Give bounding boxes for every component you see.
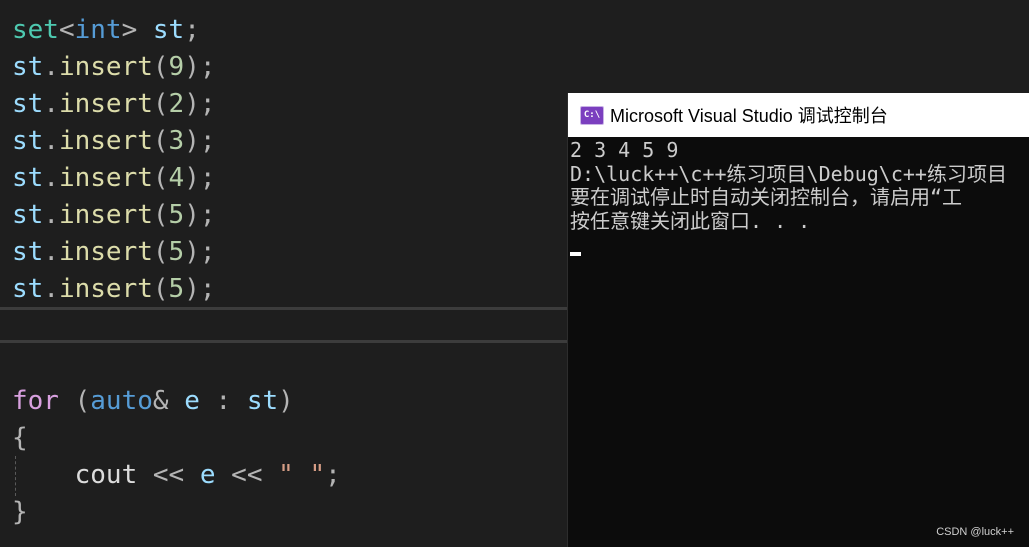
- console-title: Microsoft Visual Studio 调试控制台: [610, 106, 888, 126]
- code-token: st: [12, 52, 44, 82]
- code-token: insert: [58, 237, 153, 267]
- console-cursor: [570, 252, 581, 256]
- console-line: 要在调试停止时自动关闭控制台，请启用“工: [570, 185, 963, 209]
- code-token: }: [12, 497, 28, 527]
- code-token: );: [184, 274, 216, 304]
- code-token: .: [43, 274, 59, 304]
- code-token: (: [152, 237, 169, 267]
- code-line: st.insert(2);: [12, 86, 216, 123]
- console-output[interactable]: 2 3 4 5 9 D:\luck++\c++练习项目\Debug\c++练习项…: [568, 137, 1029, 547]
- console-app-icon: C:\: [580, 105, 604, 125]
- code-token: .: [43, 200, 59, 230]
- console-line: 按任意键关闭此窗口. . .: [570, 209, 811, 233]
- code-token: 2: [168, 89, 185, 119]
- code-token: 5: [168, 237, 185, 267]
- console-titlebar[interactable]: C:\ Microsoft Visual Studio 调试控制台: [568, 93, 1029, 137]
- code-token: <: [58, 15, 75, 45]
- code-token: .: [43, 89, 59, 119]
- code-token: (: [152, 52, 169, 82]
- code-token: st: [12, 200, 44, 230]
- code-token: (: [152, 200, 169, 230]
- code-token: <<: [215, 460, 279, 490]
- code-token: {: [12, 423, 28, 453]
- code-token: 5: [168, 274, 185, 304]
- code-token: ;: [184, 15, 200, 45]
- editor-divider-top: [0, 307, 568, 310]
- code-token: st: [12, 163, 44, 193]
- code-token: insert: [58, 52, 153, 82]
- code-token: &: [152, 386, 185, 416]
- code-token: (: [152, 163, 169, 193]
- code-line: st.insert(3);: [12, 123, 216, 160]
- code-token: insert: [58, 163, 153, 193]
- code-token: insert: [58, 274, 153, 304]
- code-line: set<int> st;: [12, 12, 200, 49]
- code-token: st: [152, 15, 185, 45]
- code-line: st.insert(5);: [12, 234, 216, 271]
- console-line: 2 3 4 5 9: [570, 138, 679, 162]
- code-token: );: [184, 200, 216, 230]
- watermark: CSDN @luck++: [936, 526, 1014, 538]
- code-line: {: [12, 420, 28, 457]
- code-line: st.insert(5);: [12, 271, 216, 308]
- code-token: .: [43, 237, 59, 267]
- code-line: st.insert(9);: [12, 49, 216, 86]
- debug-console-window[interactable]: C:\ Microsoft Visual Studio 调试控制台 2 3 4 …: [567, 93, 1029, 547]
- code-token: st: [12, 126, 44, 156]
- code-line: }: [12, 494, 28, 531]
- code-token: );: [184, 237, 216, 267]
- code-token: insert: [58, 200, 153, 230]
- code-token: );: [184, 126, 216, 156]
- code-token: .: [43, 52, 59, 82]
- code-token: (: [58, 386, 91, 416]
- code-token: .: [43, 126, 59, 156]
- code-token: 5: [168, 200, 185, 230]
- code-token: st: [246, 386, 279, 416]
- code-line: cout << e << " ";: [12, 457, 341, 494]
- code-token: insert: [58, 89, 153, 119]
- code-token: insert: [58, 126, 153, 156]
- code-token: ;: [325, 460, 341, 490]
- code-token: e: [199, 460, 216, 490]
- code-token: (: [152, 89, 169, 119]
- code-token: );: [184, 163, 216, 193]
- code-token: 4: [168, 163, 185, 193]
- code-token: st: [12, 237, 44, 267]
- code-token: auto: [90, 386, 153, 416]
- code-token: " ": [278, 460, 326, 490]
- code-token: cout: [12, 460, 153, 490]
- code-token: (: [152, 126, 169, 156]
- code-token: <<: [152, 460, 200, 490]
- code-line: st.insert(4);: [12, 160, 216, 197]
- code-line: for (auto& e : st): [12, 383, 294, 420]
- code-token: );: [184, 52, 216, 82]
- code-token: .: [43, 163, 59, 193]
- code-token: 3: [168, 126, 185, 156]
- editor-divider-bottom: [0, 340, 568, 343]
- code-line: st.insert(5);: [12, 197, 216, 234]
- code-token: (: [152, 274, 169, 304]
- code-token: ): [278, 386, 294, 416]
- code-token: );: [184, 89, 216, 119]
- code-token: 9: [168, 52, 185, 82]
- code-token: st: [12, 89, 44, 119]
- console-line: D:\luck++\c++练习项目\Debug\c++练习项目: [570, 162, 1007, 186]
- code-token: set: [12, 15, 59, 45]
- code-token: int: [74, 15, 122, 45]
- code-token: for: [12, 386, 59, 416]
- indent-guide: [15, 456, 16, 496]
- code-token: st: [12, 274, 44, 304]
- code-token: e: [184, 386, 200, 416]
- code-token: >: [121, 15, 153, 45]
- code-token: :: [199, 386, 247, 416]
